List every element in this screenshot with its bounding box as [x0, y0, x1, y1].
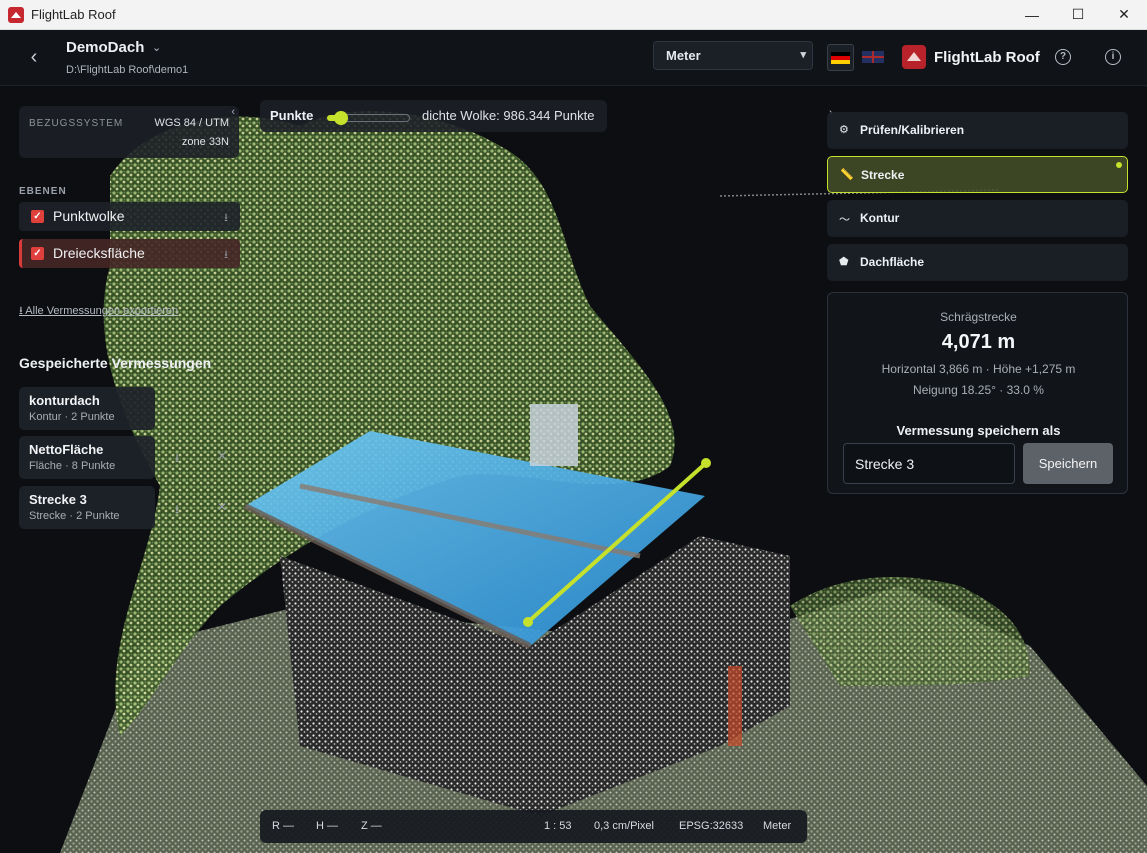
- points-label: Punkte: [270, 108, 314, 123]
- measurement-point-start: [523, 617, 533, 627]
- tool-label: Strecke: [861, 168, 905, 182]
- tool-label: Prüfen/Kalibrieren: [860, 123, 965, 137]
- saved-measurement-meta: Fläche · 8 Punkte: [29, 460, 116, 472]
- german-flag-icon[interactable]: [827, 44, 854, 71]
- status-z: Z —: [361, 820, 382, 832]
- ruler-icon: 📏: [840, 169, 854, 181]
- chimney: [530, 404, 578, 466]
- active-indicator: [1116, 162, 1122, 168]
- project-name[interactable]: DemoDach: [66, 39, 144, 56]
- reference-system-box: BEZUGSSYSTEM WGS 84 / UTM zone 33N ‹: [19, 106, 239, 158]
- app-root: ‹ DemoDach ⌄ D:\FlightLab Roof\demo1 Met…: [0, 30, 1147, 853]
- contour-icon: 〜: [839, 214, 850, 226]
- layer-label: Dreiecksfläche: [53, 245, 145, 261]
- roof-area-icon: ⬟: [839, 256, 849, 268]
- download-icon[interactable]: ⭳: [224, 209, 228, 228]
- app-icon: [8, 6, 24, 23]
- project-path: D:\FlightLab Roof\demo1: [66, 64, 189, 76]
- layer-label: Punktwolke: [53, 208, 125, 224]
- points-count: dichte Wolke: 986.344 Punkte: [422, 108, 595, 123]
- back-icon[interactable]: ‹: [24, 46, 44, 68]
- measurement-value: 4,071 m: [941, 331, 1016, 353]
- brand-logo-icon: [902, 45, 926, 69]
- close-button[interactable]: ✕: [1101, 0, 1147, 30]
- save-as-label: Vermessung speichern als: [896, 423, 1061, 438]
- tool-calibrate[interactable]: ⚙ Prüfen/Kalibrieren: [827, 112, 1128, 149]
- tool-strecke[interactable]: 📏 Strecke: [827, 156, 1128, 193]
- saved-measurements-title: Gespeicherte Vermessungen: [19, 355, 212, 371]
- export-all-link[interactable]: ⭳ Alle Vermessungen exportieren: [19, 302, 178, 321]
- window-titlebar: FlightLab Roof — ☐ ✕: [0, 0, 1147, 30]
- saved-measurement-name: konturdach: [29, 393, 100, 408]
- tool-label: Dachfläche: [860, 255, 925, 269]
- tool-label: Kontur: [860, 211, 900, 225]
- measurement-label: Schrägstrecke: [940, 310, 1017, 324]
- saved-measurement-name: NettoFläche: [29, 442, 104, 457]
- points-slider-thumb[interactable]: [334, 111, 348, 125]
- reference-system-value: WGS 84 / UTM: [154, 117, 229, 129]
- layer-punktwolke[interactable]: ✓ Punktwolke ⭳: [19, 202, 240, 231]
- status-bar: R — H — Z — 1 : 53 0,3 cm/Pixel EPSG:326…: [260, 810, 807, 843]
- minimize-button[interactable]: —: [1009, 0, 1055, 30]
- status-resolution: 0,3 cm/Pixel: [594, 820, 654, 832]
- info-icon[interactable]: i: [1105, 49, 1121, 65]
- chevron-down-icon: ▾: [800, 49, 806, 61]
- measurement-point-end: [701, 458, 711, 468]
- calibrate-icon: ⚙: [839, 124, 849, 136]
- status-h: H —: [316, 820, 338, 832]
- unit-select[interactable]: Meter ▾: [653, 41, 813, 70]
- window-title: FlightLab Roof: [31, 7, 116, 22]
- status-r: R —: [272, 820, 294, 832]
- chevron-down-icon[interactable]: ⌄: [152, 41, 161, 54]
- download-icon[interactable]: ⭳: [175, 500, 179, 521]
- maximize-button[interactable]: ☐: [1055, 0, 1101, 30]
- status-epsg: EPSG:32633: [679, 820, 744, 832]
- collapse-icon[interactable]: ‹: [231, 106, 235, 118]
- measurement-horizontal-height: Horizontal 3,866 m · Höhe +1,275 m: [881, 362, 1076, 376]
- delete-icon[interactable]: ✕: [217, 449, 227, 463]
- saved-measurement-item[interactable]: NettoFläche Fläche · 8 Punkte: [19, 436, 155, 479]
- tool-kontur[interactable]: 〜 Kontur: [827, 200, 1128, 237]
- saved-measurement-item[interactable]: konturdach Kontur · 2 Punkte: [19, 387, 155, 430]
- measurement-card: Schrägstrecke 4,071 m Horizontal 3,866 m…: [827, 292, 1128, 494]
- saved-measurement-meta: Strecke · 2 Punkte: [29, 510, 120, 522]
- save-button[interactable]: Speichern: [1023, 443, 1113, 484]
- door: [728, 666, 742, 746]
- saved-measurement-name: Strecke 3: [29, 492, 87, 507]
- tool-dachflaeche[interactable]: ⬟ Dachfläche: [827, 244, 1128, 281]
- app-header: ‹ DemoDach ⌄ D:\FlightLab Roof\demo1 Met…: [0, 30, 1147, 86]
- status-unit: Meter: [763, 820, 792, 832]
- reference-system-zone: zone 33N: [181, 136, 229, 148]
- layers-section-title: EBENEN: [19, 186, 67, 197]
- download-icon[interactable]: ⭳: [175, 449, 179, 470]
- delete-icon[interactable]: ✕: [217, 500, 227, 514]
- download-icon[interactable]: ⭳: [224, 246, 228, 265]
- uk-flag-icon[interactable]: [862, 51, 884, 63]
- help-icon[interactable]: ?: [1055, 49, 1071, 65]
- layer-dreiecksflaeche[interactable]: ✓ Dreiecksfläche ⭳: [19, 239, 240, 268]
- brand-name: FlightLab Roof: [934, 49, 1040, 66]
- saved-measurement-item[interactable]: Strecke 3 Strecke · 2 Punkte: [19, 486, 155, 529]
- reference-system-label: BEZUGSSYSTEM: [29, 118, 124, 129]
- layer-checkbox[interactable]: ✓: [31, 247, 44, 260]
- measurement-slope: Neigung 18.25° · 33.0 %: [913, 383, 1044, 397]
- layer-checkbox[interactable]: ✓: [31, 210, 44, 223]
- unit-select-value: Meter: [666, 48, 701, 63]
- points-control: Punkte dichte Wolke: 986.344 Punkte: [260, 100, 607, 132]
- status-scale: 1 : 53: [544, 820, 572, 832]
- saved-measurement-meta: Kontur · 2 Punkte: [29, 411, 115, 423]
- measurement-name-input[interactable]: [843, 443, 1015, 484]
